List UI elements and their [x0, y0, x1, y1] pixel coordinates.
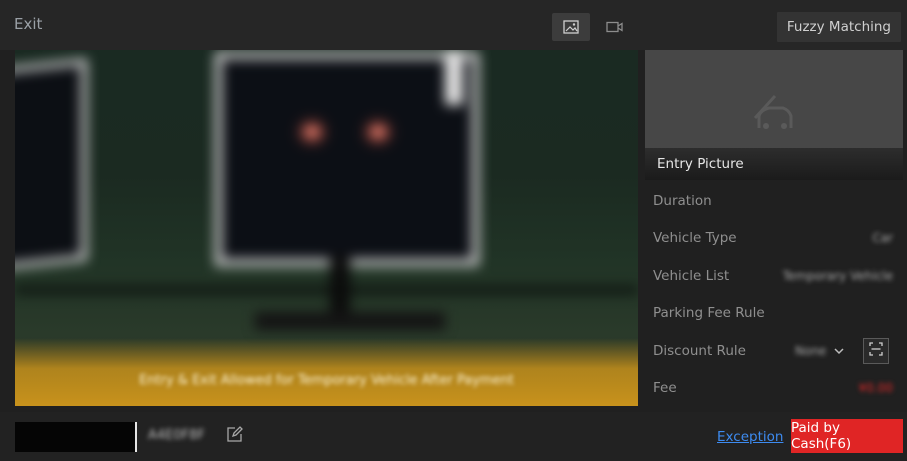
edit-plate-icon[interactable] [226, 426, 243, 447]
camera-caption-text: Entry & Exit Allowed for Temporary Vehic… [139, 373, 514, 388]
image-icon [563, 20, 579, 34]
vehicle-info-panel: Duration Vehicle Type Car Vehicle List T… [645, 182, 903, 407]
scan-button[interactable] [863, 337, 889, 364]
fee-label: Fee [653, 380, 677, 397]
vehicle-list-value: Temporary Vehicle [782, 268, 893, 283]
parking-fee-rule-label: Parking Fee Rule [653, 305, 765, 322]
live-camera-view: Entry & Exit Allowed for Temporary Vehic… [15, 50, 638, 406]
info-row-vehicle-type: Vehicle Type Car [645, 220, 903, 258]
entry-picture-label: Entry Picture [645, 148, 903, 180]
vehicle-list-label: Vehicle List [653, 267, 730, 284]
duration-label: Duration [653, 192, 712, 209]
page-title: Exit [14, 15, 43, 33]
info-row-duration: Duration [645, 182, 903, 220]
exception-link[interactable]: Exception [717, 429, 783, 445]
video-icon [606, 21, 624, 33]
vehicle-placeholder-icon [749, 88, 799, 142]
image-view-button[interactable] [552, 13, 590, 41]
vehicle-type-label: Vehicle Type [653, 230, 737, 247]
fuzzy-matching-button[interactable]: Fuzzy Matching [776, 12, 901, 42]
video-view-button[interactable] [596, 13, 634, 41]
fee-value: ¥0.00 [858, 381, 893, 396]
info-row-vehicle-list: Vehicle List Temporary Vehicle [645, 257, 903, 295]
discount-rule-value: None [795, 343, 827, 358]
bottom-bar: A4E0F8F Exception Paid by Cash(F6) [0, 412, 907, 461]
entry-picture-panel[interactable]: Entry Picture [645, 50, 903, 180]
info-row-fee: Fee ¥0.00 [645, 370, 903, 408]
discount-rule-label: Discount Rule [653, 342, 746, 359]
camera-caption-bar [15, 338, 638, 406]
scan-icon [869, 342, 883, 360]
exit-lane-window: Exit Fuzzy Matching Entry & Exit Allowed… [0, 0, 907, 461]
top-bar: Exit Fuzzy Matching [0, 0, 907, 50]
plate-number: A4E0F8F [148, 428, 205, 443]
paid-by-cash-button[interactable]: Paid by Cash(F6) [791, 419, 903, 453]
info-row-discount-rule: Discount Rule None [645, 332, 903, 370]
chevron-down-icon [834, 344, 844, 358]
discount-rule-select[interactable]: None [795, 344, 844, 358]
plate-image [15, 422, 137, 452]
view-mode-toggle [552, 13, 634, 41]
vehicle-type-select[interactable]: Car [872, 231, 893, 245]
info-row-parking-fee-rule: Parking Fee Rule [645, 295, 903, 333]
